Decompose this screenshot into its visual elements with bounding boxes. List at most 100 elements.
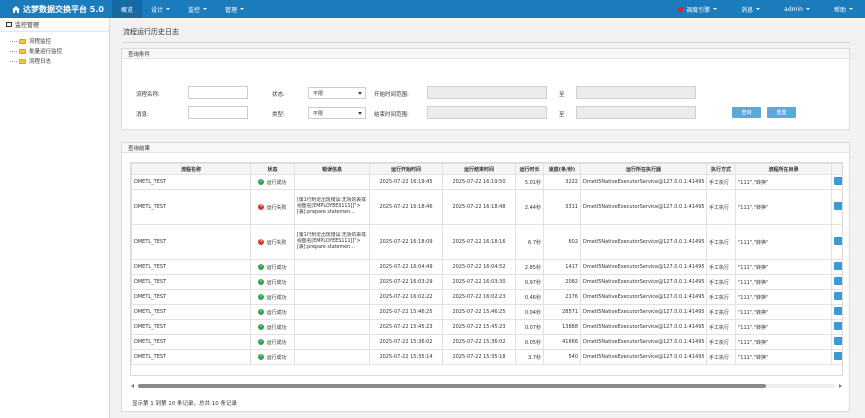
table-row[interactable]: DMETL_TEST ✓ 运行成功 2025-07-22 16:04:49 2025-0… — [131, 259, 842, 275]
caret-down-icon — [203, 8, 208, 10]
status-badge: ✓ 运行成功 — [258, 179, 287, 186]
row-action-button[interactable] — [834, 177, 842, 185]
status-text: 运行失败 — [266, 239, 287, 246]
status-badge: ✓ 运行成功 — [258, 309, 287, 316]
end-time-to-input[interactable] — [576, 106, 696, 119]
cell-executor: DmetI5NativeExecutorService@127.0.0.1:41… — [580, 304, 707, 320]
table-row[interactable]: DMETL_TEST ✓ 运行成功 2025-07-22 15:36:02 2025-0… — [131, 334, 842, 350]
status-select[interactable]: 不限 — [308, 87, 366, 99]
start-time-from-input[interactable] — [427, 86, 547, 99]
type-select[interactable]: 不限 — [308, 107, 366, 119]
sidebar-item-batch-monitor[interactable]: 批量运行监控 — [10, 46, 109, 56]
cell-status: ✓ 运行成功 — [250, 274, 295, 290]
cell-executor: DmetI5NativeExecutorService@127.0.0.1:41… — [580, 334, 707, 350]
reset-button[interactable]: 重置 — [767, 107, 796, 118]
nav-design[interactable]: 设计 — [142, 0, 179, 18]
cell-directory: "111","转换" — [735, 349, 832, 365]
row-action-button[interactable] — [834, 322, 842, 330]
table-header-row: 流程名称 状态 错误信息 运行开始时间 运行结束时间 运行时长 速度(条/秒) … — [131, 163, 842, 175]
horizontal-scrollbar[interactable] — [130, 382, 843, 390]
page-title: 流程运行历史日志 — [123, 28, 179, 36]
col-duration[interactable]: 运行时长 — [515, 163, 544, 175]
cell-executor: DmetI5NativeExecutorService@127.0.0.1:41… — [580, 174, 707, 190]
messages-menu[interactable]: 消息 — [729, 0, 772, 18]
col-directory[interactable]: 流程所在目录 — [735, 163, 832, 175]
col-executor[interactable]: 运行所在执行器 — [580, 163, 707, 175]
sidebar-header[interactable]: 监控管理 — [0, 18, 109, 32]
cell-duration: 0.04秒 — [515, 304, 544, 320]
status-text: 运行成功 — [266, 179, 287, 186]
col-status[interactable]: 状态 — [250, 163, 295, 175]
col-end-time[interactable]: 运行结束时间 — [442, 163, 516, 175]
tree-line — [10, 60, 17, 62]
sidebar-item-flow-log[interactable]: 流程日志 — [10, 56, 109, 66]
folder-icon — [19, 58, 26, 64]
table-row[interactable]: DMETL_TEST ✕ 运行失败 [第1行附近出现错误:无效的表或视图名[EMPLO… — [131, 189, 842, 225]
table-row[interactable]: DMETL_TEST ✕ 运行失败 [第1行附近出现错误:无效的表或视图名[EMPLO… — [131, 224, 842, 260]
cell-error: [第1行附近出现错误:无效的表或视图名[EMPLOYEES111]]">[表]:… — [294, 224, 370, 260]
cell-actions — [831, 189, 842, 225]
row-action-button[interactable] — [834, 277, 842, 285]
sidebar-item-flow-monitor[interactable]: 流程监控 — [10, 36, 109, 46]
flow-name-input[interactable] — [188, 86, 248, 99]
table-row[interactable]: DMETL_TEST ✓ 运行成功 2025-07-22 15:46:25 2025-0… — [131, 304, 842, 320]
message-input[interactable] — [188, 106, 248, 119]
col-error[interactable]: 错误信息 — [294, 163, 370, 175]
nav-monitor[interactable]: 监控 — [179, 0, 216, 18]
table-row[interactable]: DMETL_TEST ✓ 运行成功 2025-07-22 15:35:14 2025-0… — [131, 349, 842, 365]
cell-executor: DmetI5NativeExecutorService@127.0.0.1:41… — [580, 319, 707, 335]
engine-menu[interactable]: 调度引擎 — [666, 0, 729, 18]
cell-mode: 手工执行 — [706, 289, 736, 305]
user-menu[interactable]: admin — [772, 0, 822, 18]
table-row[interactable]: DMETL_TEST ✓ 运行成功 2025-07-22 16:02:22 2025-0… — [131, 289, 842, 305]
caret-down-icon — [713, 8, 718, 10]
row-action-button[interactable] — [834, 202, 842, 210]
row-action-button[interactable] — [834, 352, 842, 360]
engine-label: 调度引擎 — [686, 6, 711, 14]
row-action-button[interactable] — [834, 237, 842, 245]
results-table-container[interactable]: 流程名称 状态 错误信息 运行开始时间 运行结束时间 运行时长 速度(条/秒) … — [130, 162, 843, 376]
scroll-left-icon[interactable] — [131, 384, 134, 388]
cell-status: ✓ 运行成功 — [250, 334, 295, 350]
table-row[interactable]: DMETL_TEST ✓ 运行成功 2025-07-22 16:03:29 2025-0… — [131, 274, 842, 290]
brand-title: 达梦数据交换平台 5.0 — [23, 4, 104, 14]
row-action-button[interactable] — [834, 262, 842, 270]
cell-end-time: 2025-07-22 15:45:23 — [442, 319, 516, 335]
col-mode[interactable]: 执行方式 — [706, 163, 736, 175]
brand[interactable]: 达梦数据交换平台 5.0 — [0, 4, 112, 15]
end-time-from-input[interactable] — [427, 106, 547, 119]
type-label: 类型: — [272, 112, 285, 118]
scroll-thumb[interactable] — [138, 384, 766, 388]
row-action-button[interactable] — [834, 292, 842, 300]
search-button[interactable]: 查询 — [732, 107, 761, 118]
scroll-right-icon[interactable] — [839, 384, 842, 388]
cell-directory: "111","转换" — [735, 274, 832, 290]
success-check-icon: ✓ — [258, 264, 265, 271]
nav-label: 监控 — [188, 6, 201, 14]
col-speed[interactable]: 速度(条/秒) — [543, 163, 581, 175]
table-row[interactable]: DMETL_TEST ✓ 运行成功 2025-07-22 16:19:45 2025-0… — [131, 174, 842, 190]
cell-executor: DmetI5NativeExecutorService@127.0.0.1:41… — [580, 349, 707, 365]
query-panel-header: 查询条件 — [122, 49, 849, 59]
start-time-to-input[interactable] — [576, 86, 696, 99]
cell-flow-name: DMETL_TEST — [131, 259, 251, 275]
col-start-time[interactable]: 运行开始时间 — [369, 163, 443, 175]
cell-duration: 0.46秒 — [515, 289, 544, 305]
nav-manage[interactable]: 管理 — [216, 0, 253, 18]
caret-down-icon — [805, 8, 810, 10]
cell-mode: 手工执行 — [706, 274, 736, 290]
col-flow-name[interactable]: 流程名称 — [131, 163, 251, 175]
row-action-button[interactable] — [834, 307, 842, 315]
nav-label: 概览 — [121, 6, 134, 14]
cell-end-time: 2025-07-22 16:19:50 — [442, 174, 516, 190]
row-action-button[interactable] — [834, 337, 842, 345]
message-label: 消息: — [136, 112, 149, 118]
cell-actions — [831, 319, 842, 335]
cell-actions — [831, 304, 842, 320]
nav-overview[interactable]: 概览 — [112, 0, 143, 18]
help-menu[interactable]: 帮助 — [822, 0, 865, 18]
table-row[interactable]: DMETL_TEST ✓ 运行成功 2025-07-22 15:45:23 2025-0… — [131, 319, 842, 335]
cell-error — [294, 319, 370, 335]
status-badge: ✓ 运行成功 — [258, 264, 287, 271]
cell-duration: 2.85秒 — [515, 259, 544, 275]
